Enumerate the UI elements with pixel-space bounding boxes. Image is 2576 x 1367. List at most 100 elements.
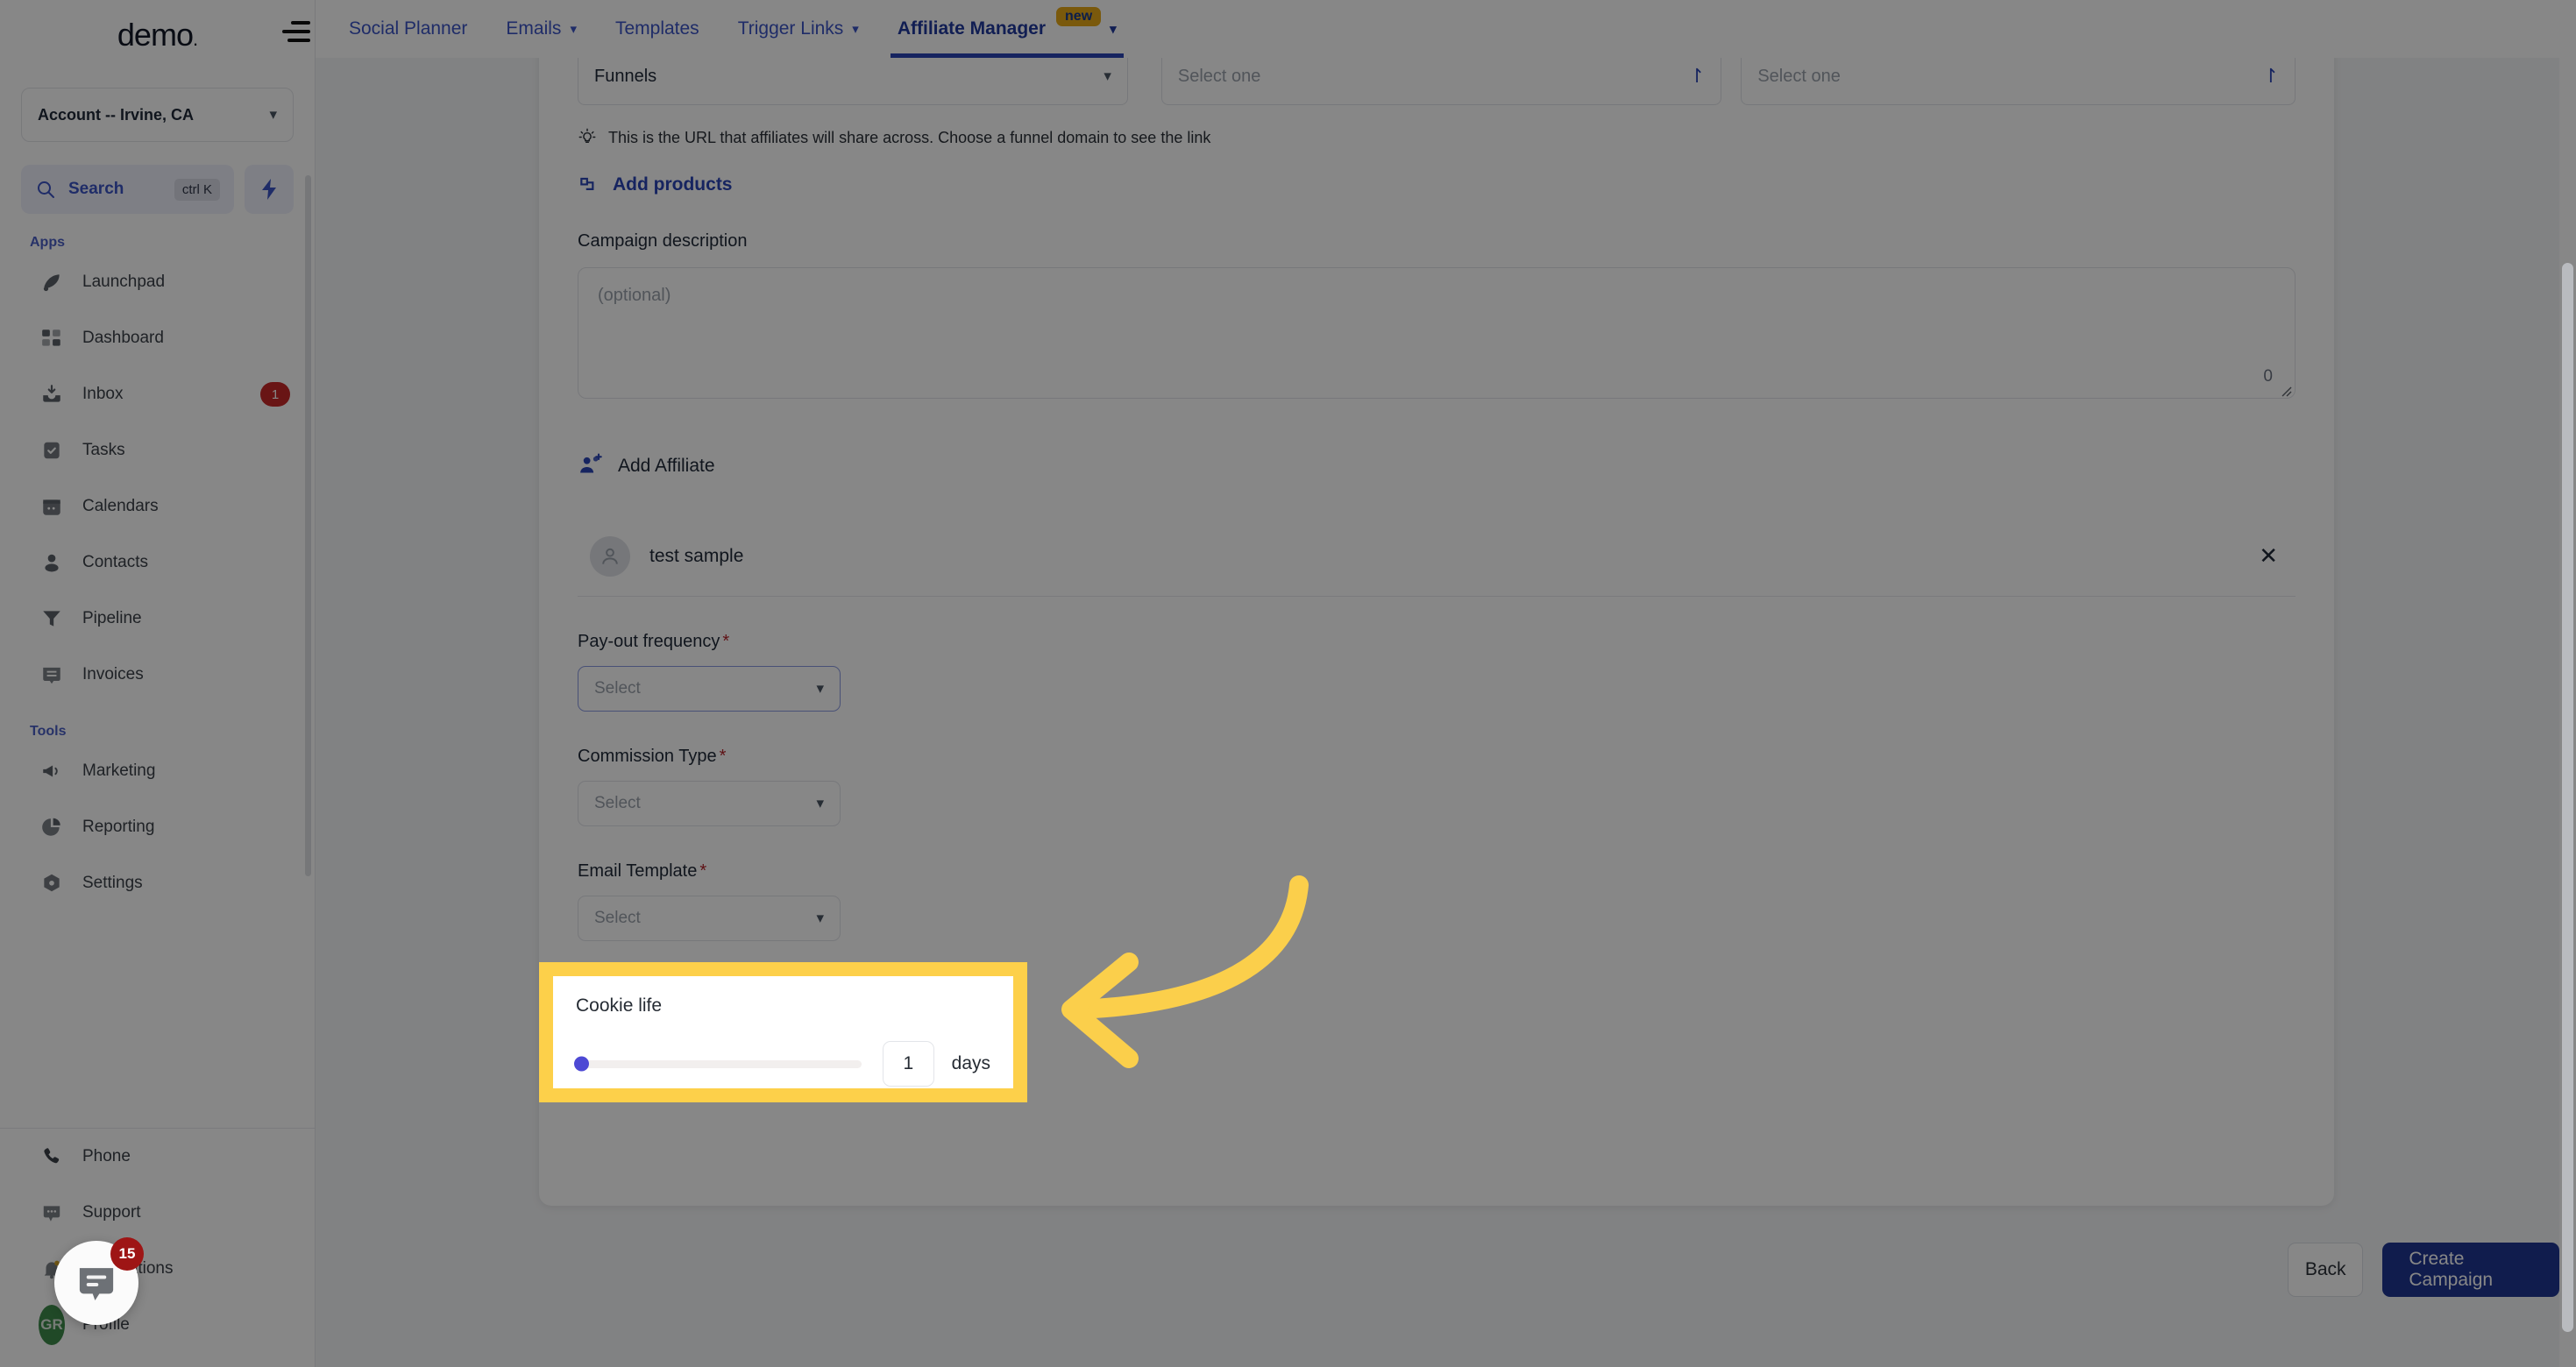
- commission-type-select[interactable]: Select ▾: [578, 781, 841, 826]
- search-icon: [38, 181, 54, 198]
- contacts-icon: [39, 549, 65, 576]
- spinner-icon: ↾: [1688, 65, 1706, 87]
- chat-widget-button[interactable]: 15: [54, 1237, 144, 1325]
- chevron-down-icon: ▾: [1103, 67, 1111, 84]
- slider-thumb[interactable]: [574, 1056, 589, 1072]
- sidebar-item-notifications[interactable]: Notifications: [0, 1241, 315, 1297]
- chevron-down-icon: ▾: [852, 22, 859, 37]
- invoices-icon: [39, 662, 65, 688]
- campaign-description-input[interactable]: (optional): [578, 267, 2296, 399]
- section-title-tools: Tools: [30, 724, 67, 739]
- sidebar-item-reporting[interactable]: Reporting: [0, 799, 315, 855]
- tab-social-planner[interactable]: Social Planner: [330, 0, 486, 58]
- close-icon[interactable]: ✕: [2259, 542, 2278, 570]
- support-chat-icon: [39, 1200, 65, 1226]
- campaign-description-wrap: (optional) 0: [578, 267, 2296, 399]
- cookie-life-slider[interactable]: [574, 1056, 862, 1072]
- sidebar-item-contacts[interactable]: Contacts: [0, 535, 315, 591]
- app-logo[interactable]: demo.: [0, 0, 315, 70]
- user-avatar-icon: [590, 535, 630, 577]
- email-template-select[interactable]: Select ▾: [578, 896, 841, 941]
- cookie-life-label: Cookie life: [576, 995, 663, 1016]
- section-title-apps: Apps: [30, 235, 65, 250]
- sidebar-item-launchpad[interactable]: Launchpad: [0, 254, 315, 310]
- launchpad-icon: [39, 269, 65, 295]
- sidebar-item-label: Calendars: [82, 497, 159, 515]
- sidebar-item-settings[interactable]: Settings: [0, 855, 315, 911]
- sidebar: demo. Account -- Irvine, CA ▾ Search ctr…: [0, 0, 316, 1367]
- select-placeholder: Select: [594, 909, 641, 927]
- payout-frequency-select[interactable]: Select ▾: [578, 666, 841, 712]
- tab-emails[interactable]: Emails ▾: [486, 0, 596, 58]
- tab-trigger-links[interactable]: Trigger Links ▾: [719, 0, 878, 58]
- add-affiliate-button[interactable]: Add Affiliate: [578, 453, 2296, 479]
- cookie-life-section: Cookie life 1 days: [553, 976, 1013, 1088]
- sidebar-scrollbar[interactable]: [305, 175, 311, 876]
- page-scrollbar[interactable]: [2562, 263, 2573, 1332]
- select-placeholder: Select: [594, 679, 641, 698]
- select-placeholder: Select one: [1177, 66, 1261, 86]
- sidebar-item-label: Reporting: [82, 818, 155, 836]
- tab-label: Templates: [614, 18, 699, 39]
- select-placeholder: Select: [594, 794, 641, 812]
- lightbulb-icon: [578, 128, 596, 144]
- sidebar-item-label: Phone: [82, 1147, 131, 1165]
- tab-templates[interactable]: Templates: [596, 0, 719, 58]
- add-products-icon: [580, 177, 594, 190]
- hint-text: This is the URL that affiliates will sha…: [608, 128, 1211, 146]
- search-input[interactable]: Search ctrl K: [21, 165, 234, 214]
- search-label: Search: [68, 180, 124, 198]
- add-affiliate-label: Add Affiliate: [618, 456, 715, 476]
- megaphone-icon: [39, 758, 65, 784]
- menu-toggle-icon[interactable]: [282, 21, 310, 42]
- chevron-down-icon[interactable]: ▾: [1110, 21, 1117, 37]
- sidebar-item-phone[interactable]: Phone: [0, 1129, 315, 1185]
- affiliate-list-item: test sample ✕: [578, 516, 2296, 597]
- cookie-life-input[interactable]: 1: [882, 1041, 934, 1087]
- quick-actions-button[interactable]: [245, 165, 294, 214]
- domain-select[interactable]: Select one ↾: [1741, 58, 2296, 105]
- sidebar-item-label: Pipeline: [82, 609, 142, 627]
- sidebar-item-dashboard[interactable]: Dashboard: [0, 310, 315, 366]
- sidebar-item-inbox[interactable]: Inbox 1: [0, 366, 315, 422]
- sidebar-item-label: Tasks: [82, 441, 125, 459]
- funnel-type-select[interactable]: Funnels ▾: [578, 58, 1128, 105]
- sidebar-item-marketing[interactable]: Marketing: [0, 743, 315, 799]
- affiliate-name: test sample: [649, 545, 744, 566]
- payout-frequency-label: Pay-out frequency *: [578, 632, 730, 651]
- sidebar-item-profile[interactable]: GR Profile: [0, 1297, 315, 1353]
- funnel-select[interactable]: Select one ↾: [1160, 58, 1722, 105]
- sidebar-item-invoices[interactable]: Invoices: [0, 647, 315, 703]
- top-navigation-bar: Social Planner Emails ▾ Templates Trigge…: [282, 0, 2576, 58]
- sidebar-item-pipeline[interactable]: Pipeline: [0, 591, 315, 647]
- search-shortcut: ctrl K: [174, 178, 220, 201]
- resize-grip-icon[interactable]: [2278, 383, 2292, 397]
- tab-label: Trigger Links: [737, 18, 844, 39]
- commission-type-label: Commission Type *: [578, 747, 727, 766]
- form-actions: Back Create Campaign: [2288, 1243, 2559, 1297]
- character-count: 0: [2263, 367, 2273, 386]
- add-products-button[interactable]: Add products: [578, 174, 2296, 196]
- select-value: Funnels: [594, 66, 657, 86]
- dashboard-icon: [39, 325, 65, 351]
- inbox-badge: 1: [260, 382, 290, 407]
- url-hint: This is the URL that affiliates will sha…: [578, 128, 2296, 147]
- sidebar-item-label: Dashboard: [82, 329, 164, 347]
- create-campaign-button[interactable]: Create Campaign: [2382, 1243, 2559, 1297]
- chevron-down-icon: ▾: [816, 795, 824, 811]
- sidebar-item-support[interactable]: Support: [0, 1185, 315, 1241]
- account-selector[interactable]: Account -- Irvine, CA ▾: [21, 88, 294, 142]
- back-button[interactable]: Back: [2288, 1243, 2364, 1297]
- tab-affiliate-manager[interactable]: Affiliate Manager new ▾: [878, 0, 1136, 58]
- chevron-down-icon: ▾: [570, 22, 577, 37]
- spinner-icon: ↾: [2262, 65, 2279, 87]
- add-affiliate-icon: [580, 453, 602, 473]
- email-template-label: Email Template *: [578, 861, 707, 881]
- sidebar-item-tasks[interactable]: Tasks: [0, 422, 315, 478]
- sidebar-item-calendars[interactable]: Calendars: [0, 478, 315, 535]
- cookie-life-controls: 1 days: [574, 1041, 990, 1087]
- tab-new-badge: new: [1056, 7, 1102, 26]
- chat-unread-badge: 15: [110, 1237, 144, 1271]
- sidebar-item-label: Invoices: [82, 665, 144, 684]
- avatar-initials: GR: [39, 1305, 65, 1345]
